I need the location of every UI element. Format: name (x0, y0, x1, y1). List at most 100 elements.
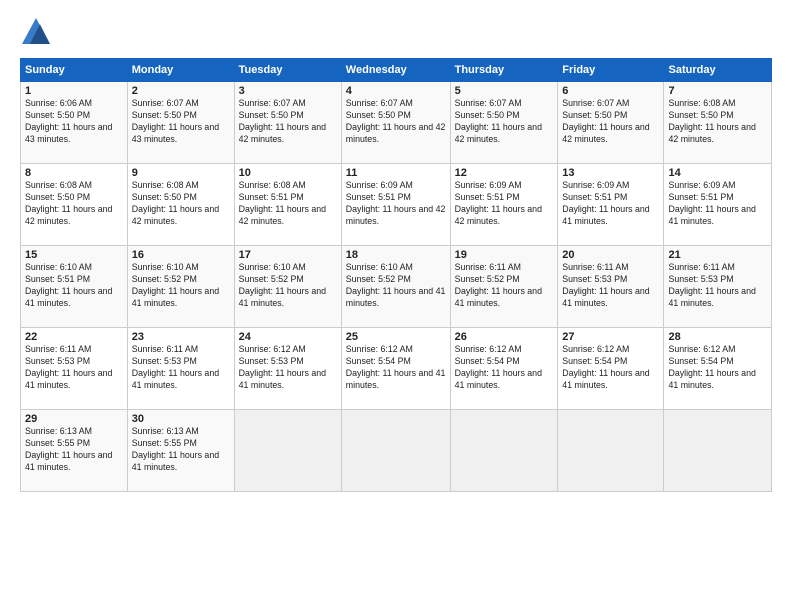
calendar-header: SundayMondayTuesdayWednesdayThursdayFrid… (21, 59, 772, 82)
calendar-day-cell: 5 Sunrise: 6:07 AMSunset: 5:50 PMDayligh… (450, 82, 558, 164)
day-info: Sunrise: 6:09 AMSunset: 5:51 PMDaylight:… (668, 180, 755, 226)
day-number: 4 (346, 85, 446, 97)
calendar-day-cell (558, 410, 664, 492)
calendar-day-cell: 1 Sunrise: 6:06 AMSunset: 5:50 PMDayligh… (21, 82, 128, 164)
header-row: SundayMondayTuesdayWednesdayThursdayFrid… (21, 59, 772, 82)
calendar-day-cell: 15 Sunrise: 6:10 AMSunset: 5:51 PMDaylig… (21, 246, 128, 328)
calendar-day-cell: 13 Sunrise: 6:09 AMSunset: 5:51 PMDaylig… (558, 164, 664, 246)
day-info: Sunrise: 6:10 AMSunset: 5:51 PMDaylight:… (25, 262, 112, 308)
day-info: Sunrise: 6:08 AMSunset: 5:50 PMDaylight:… (132, 180, 219, 226)
day-info: Sunrise: 6:12 AMSunset: 5:53 PMDaylight:… (239, 344, 326, 390)
calendar-day-cell: 26 Sunrise: 6:12 AMSunset: 5:54 PMDaylig… (450, 328, 558, 410)
day-number: 10 (239, 167, 337, 179)
calendar-day-cell: 30 Sunrise: 6:13 AMSunset: 5:55 PMDaylig… (127, 410, 234, 492)
day-number: 23 (132, 331, 230, 343)
day-info: Sunrise: 6:07 AMSunset: 5:50 PMDaylight:… (132, 98, 219, 144)
calendar-day-cell: 22 Sunrise: 6:11 AMSunset: 5:53 PMDaylig… (21, 328, 128, 410)
day-number: 27 (562, 331, 659, 343)
day-number: 13 (562, 167, 659, 179)
day-number: 21 (668, 249, 767, 261)
day-info: Sunrise: 6:09 AMSunset: 5:51 PMDaylight:… (562, 180, 649, 226)
day-number: 12 (455, 167, 554, 179)
calendar-day-cell: 29 Sunrise: 6:13 AMSunset: 5:55 PMDaylig… (21, 410, 128, 492)
calendar-day-cell: 9 Sunrise: 6:08 AMSunset: 5:50 PMDayligh… (127, 164, 234, 246)
day-number: 3 (239, 85, 337, 97)
day-info: Sunrise: 6:08 AMSunset: 5:50 PMDaylight:… (668, 98, 755, 144)
day-info: Sunrise: 6:10 AMSunset: 5:52 PMDaylight:… (346, 262, 446, 308)
day-info: Sunrise: 6:10 AMSunset: 5:52 PMDaylight:… (132, 262, 219, 308)
day-info: Sunrise: 6:12 AMSunset: 5:54 PMDaylight:… (668, 344, 755, 390)
day-of-week-header: Saturday (664, 59, 772, 82)
calendar-day-cell: 4 Sunrise: 6:07 AMSunset: 5:50 PMDayligh… (341, 82, 450, 164)
calendar-day-cell: 11 Sunrise: 6:09 AMSunset: 5:51 PMDaylig… (341, 164, 450, 246)
day-info: Sunrise: 6:12 AMSunset: 5:54 PMDaylight:… (562, 344, 649, 390)
calendar-day-cell: 17 Sunrise: 6:10 AMSunset: 5:52 PMDaylig… (234, 246, 341, 328)
calendar-week-row: 29 Sunrise: 6:13 AMSunset: 5:55 PMDaylig… (21, 410, 772, 492)
day-of-week-header: Friday (558, 59, 664, 82)
calendar-day-cell: 19 Sunrise: 6:11 AMSunset: 5:52 PMDaylig… (450, 246, 558, 328)
day-info: Sunrise: 6:07 AMSunset: 5:50 PMDaylight:… (346, 98, 446, 144)
day-number: 5 (455, 85, 554, 97)
day-number: 16 (132, 249, 230, 261)
day-info: Sunrise: 6:11 AMSunset: 5:53 PMDaylight:… (132, 344, 219, 390)
day-number: 9 (132, 167, 230, 179)
calendar-day-cell: 14 Sunrise: 6:09 AMSunset: 5:51 PMDaylig… (664, 164, 772, 246)
calendar-day-cell: 16 Sunrise: 6:10 AMSunset: 5:52 PMDaylig… (127, 246, 234, 328)
day-info: Sunrise: 6:11 AMSunset: 5:53 PMDaylight:… (668, 262, 755, 308)
day-info: Sunrise: 6:09 AMSunset: 5:51 PMDaylight:… (346, 180, 446, 226)
calendar-day-cell: 6 Sunrise: 6:07 AMSunset: 5:50 PMDayligh… (558, 82, 664, 164)
calendar-day-cell: 27 Sunrise: 6:12 AMSunset: 5:54 PMDaylig… (558, 328, 664, 410)
day-info: Sunrise: 6:07 AMSunset: 5:50 PMDaylight:… (455, 98, 542, 144)
day-info: Sunrise: 6:08 AMSunset: 5:50 PMDaylight:… (25, 180, 112, 226)
calendar-day-cell (664, 410, 772, 492)
day-info: Sunrise: 6:07 AMSunset: 5:50 PMDaylight:… (239, 98, 326, 144)
calendar-day-cell: 20 Sunrise: 6:11 AMSunset: 5:53 PMDaylig… (558, 246, 664, 328)
day-info: Sunrise: 6:10 AMSunset: 5:52 PMDaylight:… (239, 262, 326, 308)
day-number: 15 (25, 249, 123, 261)
day-number: 24 (239, 331, 337, 343)
day-info: Sunrise: 6:13 AMSunset: 5:55 PMDaylight:… (25, 426, 112, 472)
calendar-week-row: 8 Sunrise: 6:08 AMSunset: 5:50 PMDayligh… (21, 164, 772, 246)
day-number: 2 (132, 85, 230, 97)
day-info: Sunrise: 6:07 AMSunset: 5:50 PMDaylight:… (562, 98, 649, 144)
day-of-week-header: Wednesday (341, 59, 450, 82)
calendar-day-cell (341, 410, 450, 492)
calendar-day-cell: 25 Sunrise: 6:12 AMSunset: 5:54 PMDaylig… (341, 328, 450, 410)
day-number: 17 (239, 249, 337, 261)
calendar-day-cell: 12 Sunrise: 6:09 AMSunset: 5:51 PMDaylig… (450, 164, 558, 246)
calendar-week-row: 15 Sunrise: 6:10 AMSunset: 5:51 PMDaylig… (21, 246, 772, 328)
day-info: Sunrise: 6:09 AMSunset: 5:51 PMDaylight:… (455, 180, 542, 226)
day-info: Sunrise: 6:11 AMSunset: 5:52 PMDaylight:… (455, 262, 542, 308)
logo-icon (20, 16, 52, 48)
calendar-day-cell (450, 410, 558, 492)
logo (20, 16, 52, 48)
day-info: Sunrise: 6:12 AMSunset: 5:54 PMDaylight:… (346, 344, 446, 390)
day-number: 18 (346, 249, 446, 261)
calendar-day-cell: 21 Sunrise: 6:11 AMSunset: 5:53 PMDaylig… (664, 246, 772, 328)
calendar-day-cell: 10 Sunrise: 6:08 AMSunset: 5:51 PMDaylig… (234, 164, 341, 246)
day-info: Sunrise: 6:12 AMSunset: 5:54 PMDaylight:… (455, 344, 542, 390)
day-number: 7 (668, 85, 767, 97)
day-info: Sunrise: 6:11 AMSunset: 5:53 PMDaylight:… (562, 262, 649, 308)
day-info: Sunrise: 6:11 AMSunset: 5:53 PMDaylight:… (25, 344, 112, 390)
calendar-day-cell: 7 Sunrise: 6:08 AMSunset: 5:50 PMDayligh… (664, 82, 772, 164)
calendar-day-cell: 18 Sunrise: 6:10 AMSunset: 5:52 PMDaylig… (341, 246, 450, 328)
calendar-day-cell: 23 Sunrise: 6:11 AMSunset: 5:53 PMDaylig… (127, 328, 234, 410)
day-number: 8 (25, 167, 123, 179)
calendar-day-cell: 28 Sunrise: 6:12 AMSunset: 5:54 PMDaylig… (664, 328, 772, 410)
day-number: 28 (668, 331, 767, 343)
calendar-day-cell: 8 Sunrise: 6:08 AMSunset: 5:50 PMDayligh… (21, 164, 128, 246)
calendar-day-cell: 3 Sunrise: 6:07 AMSunset: 5:50 PMDayligh… (234, 82, 341, 164)
day-of-week-header: Sunday (21, 59, 128, 82)
calendar-day-cell (234, 410, 341, 492)
header (20, 16, 772, 48)
day-number: 22 (25, 331, 123, 343)
calendar-day-cell: 24 Sunrise: 6:12 AMSunset: 5:53 PMDaylig… (234, 328, 341, 410)
day-number: 26 (455, 331, 554, 343)
day-number: 11 (346, 167, 446, 179)
calendar-body: 1 Sunrise: 6:06 AMSunset: 5:50 PMDayligh… (21, 82, 772, 492)
day-number: 1 (25, 85, 123, 97)
day-of-week-header: Tuesday (234, 59, 341, 82)
calendar-week-row: 1 Sunrise: 6:06 AMSunset: 5:50 PMDayligh… (21, 82, 772, 164)
day-number: 6 (562, 85, 659, 97)
